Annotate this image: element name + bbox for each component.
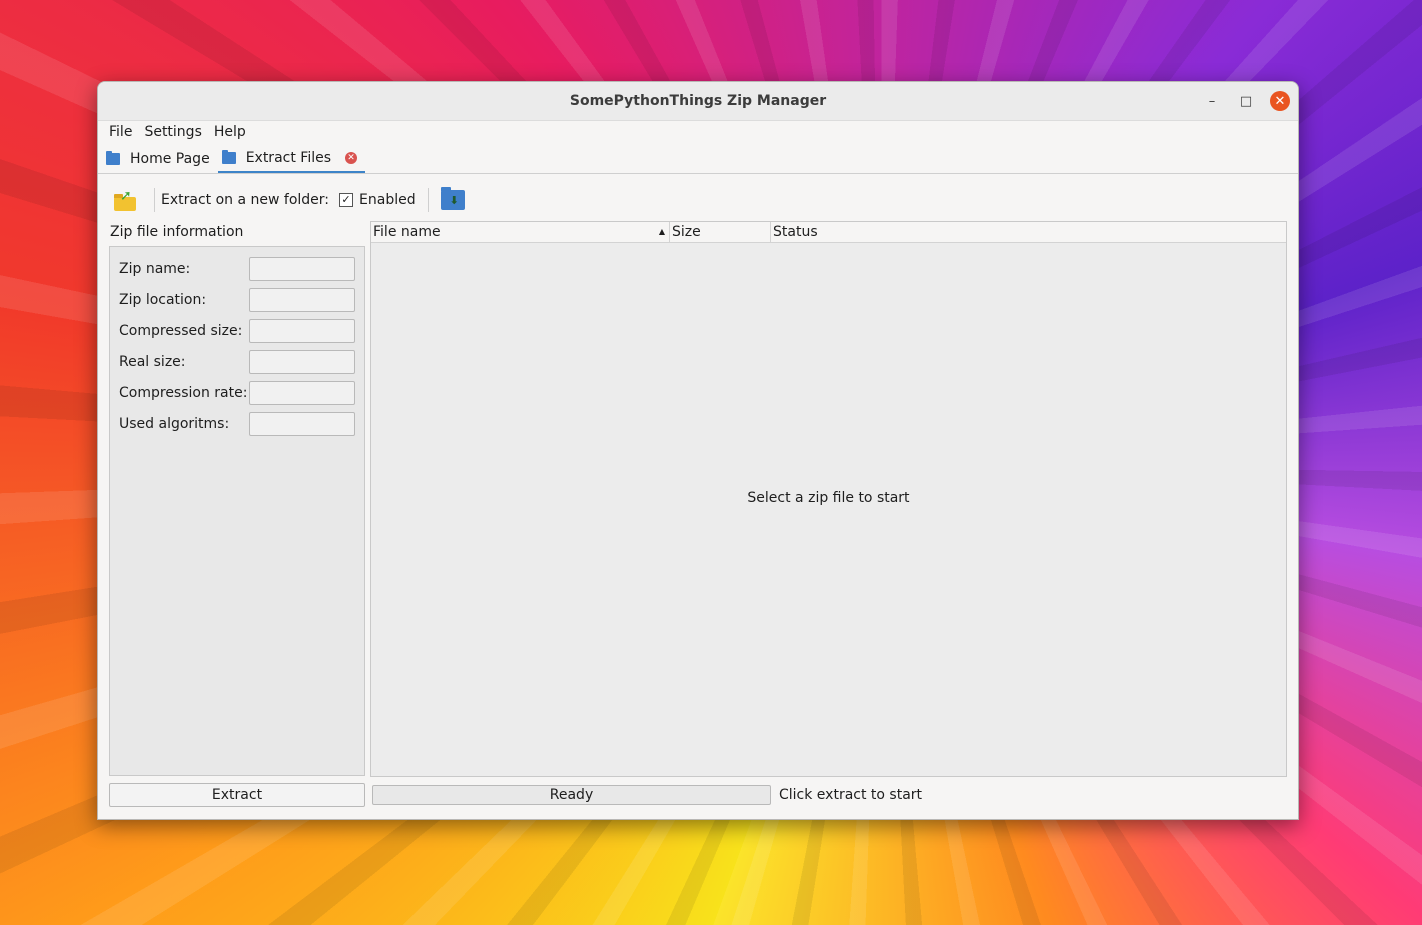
info-row-used-algorithms: Used algoritms: (119, 412, 355, 436)
enabled-label[interactable]: Enabled (359, 192, 416, 208)
info-row-zip-location: Zip location: (119, 288, 355, 312)
info-label: Compressed size: (119, 323, 243, 339)
extract-button[interactable]: Extract (109, 783, 365, 807)
choose-destination-button[interactable]: ⬇ (440, 187, 465, 210)
info-row-compression-rate: Compression rate: (119, 381, 355, 405)
minimize-button[interactable]: – (1202, 91, 1222, 111)
menu-bar: File Settings Help (98, 121, 1298, 143)
zip-info-title: Zip file information (110, 224, 244, 240)
status-message: Click extract to start (779, 787, 923, 803)
table-header: File name ▲ Size Status (371, 222, 1286, 243)
download-folder-icon: ⬇ (449, 194, 459, 207)
zip-name-field[interactable] (249, 257, 355, 281)
info-label: Compression rate: (119, 385, 248, 401)
compression-rate-field[interactable] (249, 381, 355, 405)
menu-help[interactable]: Help (209, 124, 253, 140)
zip-info-panel: Zip file information Zip name: Zip locat… (109, 222, 365, 776)
info-row-real-size: Real size: (119, 350, 355, 374)
zip-location-field[interactable] (249, 288, 355, 312)
sort-ascending-icon: ▲ (658, 227, 665, 236)
tab-extract-files[interactable]: Extract Files ✕ (217, 145, 365, 173)
info-label: Zip name: (119, 261, 191, 277)
title-bar[interactable]: SomePythonThings Zip Manager – □ ✕ (98, 82, 1298, 121)
real-size-field[interactable] (249, 350, 355, 374)
toolbar-separator (427, 188, 429, 212)
column-header-file-name[interactable]: File name ▲ (371, 222, 670, 242)
new-folder-label: Extract on a new folder: (161, 192, 330, 208)
home-folder-icon (106, 151, 120, 165)
info-row-compressed-size: Compressed size: (119, 319, 355, 343)
info-label: Used algoritms: (119, 416, 230, 432)
enabled-checkbox[interactable]: ✓ (339, 193, 354, 207)
menu-settings[interactable]: Settings (139, 124, 208, 140)
column-label: File name (373, 224, 441, 240)
info-label: Zip location: (119, 292, 207, 308)
close-button[interactable]: ✕ (1270, 91, 1290, 111)
tab-label: Extract Files (245, 150, 331, 166)
open-zip-button[interactable]: ➚ (112, 188, 138, 211)
arrow-icon: ➚ (120, 188, 132, 204)
app-window: SomePythonThings Zip Manager – □ ✕ File … (97, 81, 1299, 820)
tab-bar: Home Page Extract Files ✕ (98, 143, 1298, 174)
info-label: Real size: (119, 354, 186, 370)
maximize-button[interactable]: □ (1236, 91, 1256, 111)
window-controls: – □ ✕ (1202, 82, 1290, 120)
menu-file[interactable]: File (104, 124, 139, 140)
column-label: Size (672, 224, 701, 240)
progress-bar: Ready (372, 785, 771, 805)
compressed-size-field[interactable] (249, 319, 355, 343)
file-table[interactable]: File name ▲ Size Status Select a zip fil… (370, 221, 1287, 777)
window-title: SomePythonThings Zip Manager (569, 93, 827, 109)
tab-label: Home Page (130, 151, 210, 167)
column-label: Status (773, 224, 818, 240)
toolbar: ➚ Extract on a new folder: ✓ Enabled ⬇ (98, 180, 1298, 220)
bottom-bar: Extract Ready Click extract to start (109, 783, 1298, 807)
toolbar-separator (154, 188, 155, 212)
extract-folder-icon (221, 150, 236, 164)
zip-info-box: Zip name: Zip location: Compressed size:… (109, 246, 365, 776)
progress-text: Ready (549, 787, 594, 803)
info-row-zip-name: Zip name: (119, 257, 355, 281)
tab-home-page[interactable]: Home Page (102, 145, 218, 173)
used-algorithms-field[interactable] (249, 412, 355, 436)
tab-close-icon[interactable]: ✕ (345, 152, 357, 164)
empty-table-message: Select a zip file to start (747, 490, 910, 506)
column-header-status[interactable]: Status (771, 222, 1286, 242)
column-header-size[interactable]: Size (670, 222, 771, 242)
